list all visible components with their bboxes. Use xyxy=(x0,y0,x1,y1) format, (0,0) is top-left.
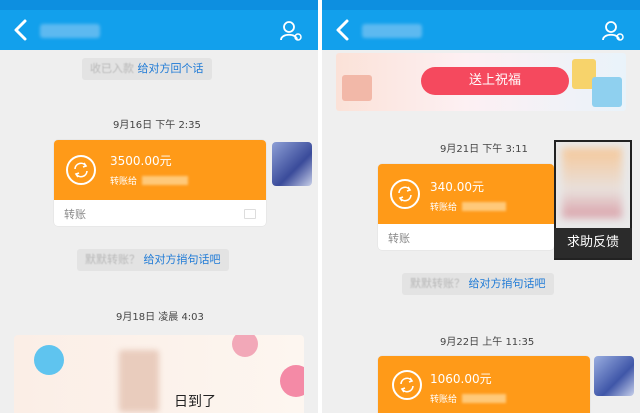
recipient-name-blurred xyxy=(462,202,506,211)
notice-muted-text: 收已入款 xyxy=(90,62,134,75)
timestamp: 9月21日 下午 3:11 xyxy=(440,144,528,155)
transfer-coin-icon xyxy=(66,155,96,185)
profile-icon xyxy=(602,21,624,41)
status-bar xyxy=(322,0,640,10)
back-button[interactable] xyxy=(332,16,354,44)
reply-link[interactable]: 给对方回个话 xyxy=(138,62,204,75)
sender-avatar[interactable] xyxy=(272,142,312,186)
send-message-link[interactable]: 给对方捎句话吧 xyxy=(144,253,221,266)
silent-transfer-notice: 默默转账？ 给对方捎句话吧 xyxy=(77,249,229,271)
transfer-recipient: 转账给 xyxy=(430,395,458,405)
recipient-name-blurred xyxy=(142,176,188,185)
cake-decoration xyxy=(342,75,372,101)
transfer-recipient: 转账给 xyxy=(430,203,458,213)
right-chat-screen: 送上祝福 9月21日 下午 3:11 340.00元 转账给 转账 求助反馈 默… xyxy=(322,0,640,413)
system-notice: 收已入款 给对方回个话 xyxy=(82,58,212,80)
blurred-avatar-preview xyxy=(562,148,622,218)
timestamp: 9月18日 凌晨 4:03 xyxy=(116,312,204,323)
transfer-card[interactable]: 3500.00元 转账给 转账 xyxy=(54,140,266,226)
status-bar xyxy=(0,0,318,10)
transfer-coin-icon xyxy=(390,179,420,209)
timestamp: 9月16日 下午 2:35 xyxy=(113,120,201,131)
transfer-label: 转账 xyxy=(388,232,410,245)
back-button[interactable] xyxy=(10,16,32,44)
send-blessing-button[interactable]: 送上祝福 xyxy=(421,67,569,95)
sticker-message[interactable]: 日到了 xyxy=(14,335,304,413)
balloon-decoration xyxy=(280,365,304,397)
gift-decoration xyxy=(592,77,622,107)
help-feedback-button[interactable]: 求助反馈 xyxy=(554,228,632,258)
notice-muted-text: 默默转账？ xyxy=(85,253,140,266)
send-message-link[interactable]: 给对方捎句话吧 xyxy=(469,277,546,290)
contact-name-blurred xyxy=(40,24,100,38)
balloon-decoration xyxy=(232,335,258,357)
notice-muted-text: 默默转账？ xyxy=(410,277,465,290)
recipient-name-blurred xyxy=(462,394,506,403)
sticker-text: 日到了 xyxy=(174,394,216,410)
profile-icon xyxy=(280,21,302,41)
nav-bar xyxy=(322,10,640,50)
contact-name-blurred xyxy=(362,24,422,38)
transfer-amount: 1060.00元 xyxy=(430,372,492,386)
transfer-card[interactable]: 1060.00元 转账给 xyxy=(378,356,590,413)
transfer-label: 转账 xyxy=(64,208,86,221)
nav-bar xyxy=(0,10,318,50)
sender-avatar[interactable] xyxy=(594,356,634,396)
timestamp: 9月22日 上午 11:35 xyxy=(440,337,535,348)
profile-button[interactable] xyxy=(600,18,626,44)
transfer-coin-icon xyxy=(392,370,422,400)
profile-button[interactable] xyxy=(278,18,304,44)
transfer-amount: 3500.00元 xyxy=(110,154,172,168)
balloon-decoration xyxy=(34,345,64,375)
transfer-recipient: 转账给 xyxy=(110,177,138,187)
back-icon xyxy=(336,19,349,41)
card-corner-icon xyxy=(244,209,256,219)
left-chat-screen: 收已入款 给对方回个话 9月16日 下午 2:35 3500.00元 转账给 转… xyxy=(0,0,318,413)
blurred-sticker-content xyxy=(119,350,159,412)
transfer-card[interactable]: 340.00元 转账给 转账 xyxy=(378,164,554,250)
back-icon xyxy=(14,19,27,41)
silent-transfer-notice: 默默转账？ 给对方捎句话吧 xyxy=(402,273,554,295)
birthday-banner: 送上祝福 xyxy=(336,53,626,111)
transfer-amount: 340.00元 xyxy=(430,180,484,194)
